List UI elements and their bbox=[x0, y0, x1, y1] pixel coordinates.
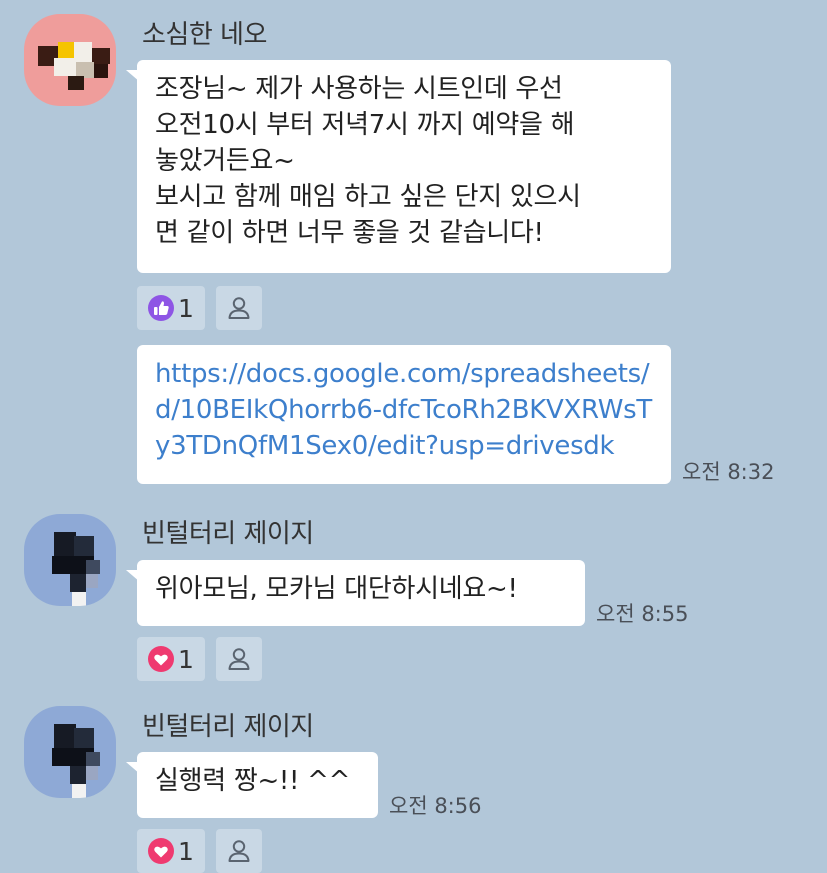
heart-icon bbox=[148, 646, 175, 672]
timestamp: 오전 8:55 bbox=[596, 602, 689, 626]
heart-icon bbox=[148, 838, 175, 864]
reaction-add-button[interactable] bbox=[216, 286, 262, 330]
message-text: 보시고 함께 매임 하고 싶은 단지 있으시 bbox=[155, 182, 581, 212]
link-text[interactable]: d/10BEIkQhorrb6-dfcTcoRh2BKVXRWsT bbox=[155, 392, 655, 428]
sender-name: 빈털터리 제이지 bbox=[142, 712, 314, 742]
message-text: 오전10시 부터 저녁7시 까지 예약을 해 bbox=[155, 110, 575, 140]
message-text: 면 같이 하면 너무 좋을 것 같습니다! bbox=[155, 218, 544, 248]
thumbs-up-icon bbox=[148, 295, 175, 321]
link-text[interactable]: y3TDnQfM1Sex0/edit?usp=drivesdk bbox=[155, 428, 655, 464]
sender-name: 빈털터리 제이지 bbox=[142, 519, 314, 549]
timestamp: 오전 8:32 bbox=[682, 460, 775, 484]
timestamp: 오전 8:56 bbox=[389, 794, 482, 818]
reaction-add-button[interactable] bbox=[216, 637, 262, 681]
reaction-badge[interactable]: 1 bbox=[137, 286, 205, 330]
person-icon bbox=[225, 645, 253, 673]
link-text[interactable]: https://docs.google.com/spreadsheets/ bbox=[155, 356, 655, 392]
message-bubble[interactable]: 조장님~ 제가 사용하는 시트인데 우선 오전10시 부터 저녁7시 까지 예약… bbox=[126, 60, 671, 273]
reaction-badge[interactable]: 1 bbox=[137, 829, 205, 873]
message-text: 놓았거든요~ bbox=[155, 146, 295, 176]
message-text: 위아모님, 모카님 대단하시네요~! bbox=[155, 574, 518, 604]
message-text: 조장님~ 제가 사용하는 시트인데 우선 bbox=[155, 74, 563, 104]
reaction-count: 1 bbox=[178, 293, 194, 323]
avatar[interactable] bbox=[24, 706, 116, 798]
message-text: 실행력 짱~!! ^^ bbox=[155, 766, 351, 796]
reaction-add-button[interactable] bbox=[216, 829, 262, 873]
reaction-count: 1 bbox=[178, 836, 194, 866]
message-bubble[interactable]: 실행력 짱~!! ^^ bbox=[126, 752, 378, 818]
avatar[interactable] bbox=[24, 14, 116, 106]
link-bubble[interactable]: https://docs.google.com/spreadsheets/ d/… bbox=[137, 345, 671, 484]
reaction-count: 1 bbox=[178, 644, 194, 674]
person-icon bbox=[225, 294, 253, 322]
reaction-badge[interactable]: 1 bbox=[137, 637, 205, 681]
avatar[interactable] bbox=[24, 514, 116, 606]
message-bubble[interactable]: 위아모님, 모카님 대단하시네요~! bbox=[126, 560, 585, 626]
sender-name: 소심한 네오 bbox=[142, 20, 267, 50]
person-icon bbox=[225, 837, 253, 865]
